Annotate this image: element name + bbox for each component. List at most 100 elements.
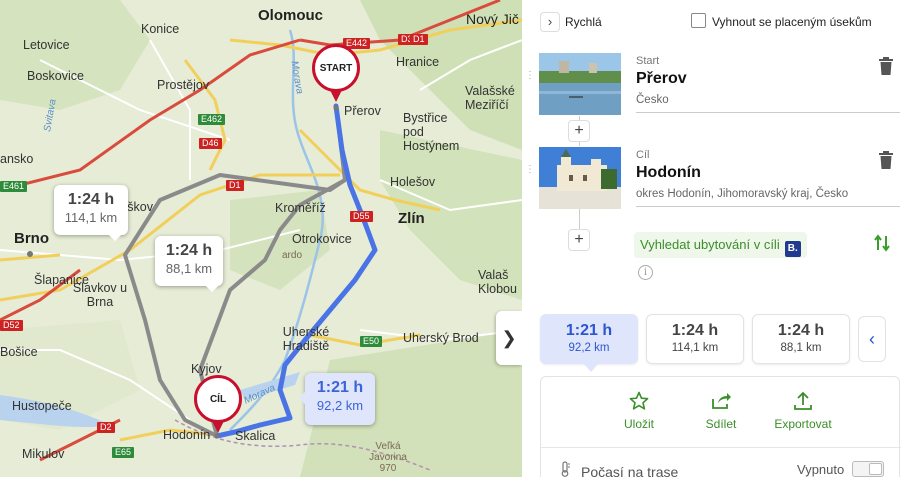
trash-icon [879, 57, 893, 75]
upload-icon [794, 391, 812, 410]
city-holesov: Holešov [390, 175, 436, 189]
road-shield: D46 [199, 138, 222, 149]
route-detail-card: Uložit Sdílet Exportovat Počasí na trase… [540, 376, 901, 477]
road-shield: E50 [360, 336, 383, 347]
start-label: Start [636, 55, 660, 67]
city-otrokovice: Otrokovice [292, 232, 352, 246]
info-icon[interactable]: i [638, 265, 653, 280]
end-sub: okres Hodonín, Jihomoravský kraj, Česko [636, 188, 849, 200]
road-shield: D52 [0, 320, 23, 331]
map-view[interactable]: Olomouc Nový Jič Konice Letovice Boskovi… [0, 0, 522, 477]
route-option-2[interactable]: 1:24 h 114,1 km [646, 314, 744, 364]
save-route-button[interactable]: Uložit [599, 391, 679, 431]
route-bubble-alt-1[interactable]: 1:24 h 114,1 km [54, 185, 128, 242]
swap-direction-button[interactable] [874, 234, 890, 257]
route-options: › Rychlá Vyhnout se placeným úsekům [540, 12, 900, 32]
add-waypoint-button[interactable]: + [568, 120, 590, 142]
delete-end-button[interactable] [878, 151, 896, 171]
city-kromeriz: Kroměříž [275, 201, 326, 215]
drag-handle-icon[interactable]: ⋮⋮ [525, 71, 546, 81]
start-name[interactable]: Přerov [636, 70, 687, 88]
road-shield: E65 [112, 447, 135, 458]
city-letovice: Letovice [23, 38, 70, 52]
city-uhersky-brod: Uherský Brod [403, 331, 479, 345]
route-bubble-alt-2[interactable]: 1:24 h 88,1 km [155, 236, 223, 293]
swap-icon [874, 234, 890, 252]
end-pin-label: CÍL [194, 375, 242, 423]
trash-icon [879, 151, 893, 169]
start-photo [539, 53, 621, 115]
chevron-right-icon: › [547, 14, 553, 29]
star-icon [629, 391, 649, 410]
share-route-button[interactable]: Sdílet [681, 391, 761, 431]
delete-start-button[interactable] [878, 57, 896, 77]
drag-handle-icon[interactable]: ⋮⋮ [525, 165, 546, 175]
save-label: Uložit [623, 417, 654, 431]
end-pin[interactable]: CÍL [194, 375, 242, 433]
city-mikulov: Mikulov [22, 447, 65, 461]
bubble-distance: 114,1 km [64, 210, 118, 225]
route-time: 1:24 h [671, 322, 719, 339]
road-shield: E461 [0, 181, 28, 192]
bubble-time: 1:24 h [67, 191, 115, 208]
route-bubble-selected[interactable]: 1:21 h 92,2 km [298, 373, 375, 425]
end-name[interactable]: Hodonín [636, 164, 701, 182]
waypoint-end: ⋮⋮ Cíl Hodonín okres Hodonín, Jihomoravs… [522, 147, 910, 211]
avoid-tolls-checkbox[interactable] [691, 13, 706, 28]
end-photo [539, 147, 621, 209]
start-pin[interactable]: START [312, 44, 360, 102]
bubble-time: 1:24 h [165, 242, 213, 259]
weather-toggle[interactable] [852, 461, 884, 477]
road-shield: D55 [350, 211, 373, 222]
end-label: Cíl [636, 149, 650, 161]
waypoint-start: ⋮⋮ Start Přerov Česko [522, 53, 910, 117]
export-label: Exportovat [774, 417, 832, 431]
city-brno: Brno [14, 230, 49, 247]
city-valasske-mezirici: Valašské Meziříčí [465, 84, 515, 112]
chevron-right-icon: ❯ [501, 327, 517, 348]
booking-logo: B. [784, 241, 801, 257]
city-kyjov: Kyjov [191, 362, 222, 376]
add-waypoint-end-button[interactable]: + [568, 229, 590, 251]
route-time: 1:24 h [777, 322, 825, 339]
divider [541, 447, 901, 448]
weather-row: Počasí na trase [559, 461, 678, 477]
road-shield: D1 [410, 34, 428, 45]
route-time: 1:21 h [565, 322, 613, 339]
city-uherske-hradiste: Uherské Hradiště [282, 325, 330, 353]
city-slavkov: Slavkov u Brna [72, 281, 128, 309]
chevron-left-icon: ‹ [869, 329, 875, 349]
start-pin-label: START [312, 44, 360, 92]
city-hranice: Hranice [396, 55, 440, 69]
collapse-panel-button[interactable]: ❯ [496, 311, 522, 365]
route-option-1[interactable]: 1:21 h 92,2 km [540, 314, 638, 372]
route-distance: 114,1 km [671, 342, 719, 354]
bubble-time: 1:21 h [316, 379, 364, 396]
hills-label: ardo [282, 250, 303, 261]
city-olomouc: Olomouc [258, 7, 324, 24]
bubble-distance: 92,2 km [316, 398, 364, 413]
avoid-tolls-label[interactable]: Vyhnout se placeným úsekům [712, 15, 872, 29]
divider [636, 112, 900, 113]
road-shield: D1 [226, 180, 244, 191]
city-zlin: Zlín [398, 210, 425, 227]
share-label: Sdílet [705, 417, 737, 431]
route-mode-toggle[interactable]: › [540, 12, 560, 32]
search-accommodation-button[interactable]: Vyhledat ubytování v cíli B. [634, 232, 807, 258]
city-valasske-klobouky: Valaš Klobou [478, 268, 517, 296]
route-option-3[interactable]: 1:24 h 88,1 km [752, 314, 850, 364]
export-route-button[interactable]: Exportovat [763, 391, 843, 431]
route-mode-label[interactable]: Rychlá [565, 15, 602, 29]
weather-state: Vypnuto [797, 462, 845, 477]
city-bystrice: Bystřice pod Hostýnem [403, 111, 460, 153]
route-distance: 92,2 km [568, 342, 610, 354]
routes-prev-button[interactable]: ‹ [858, 316, 886, 362]
city-blansko: ansko [0, 152, 34, 166]
city-prostejov: Prostějov [157, 78, 210, 92]
road-shield: D2 [97, 422, 115, 433]
city-boskovice: Boskovice [27, 69, 84, 83]
mountain-label: Veľká Javorina 970 [369, 441, 407, 474]
city-bosice: Bošice [0, 345, 38, 359]
bubble-distance: 88,1 km [165, 261, 213, 276]
city-konice: Konice [141, 22, 180, 36]
